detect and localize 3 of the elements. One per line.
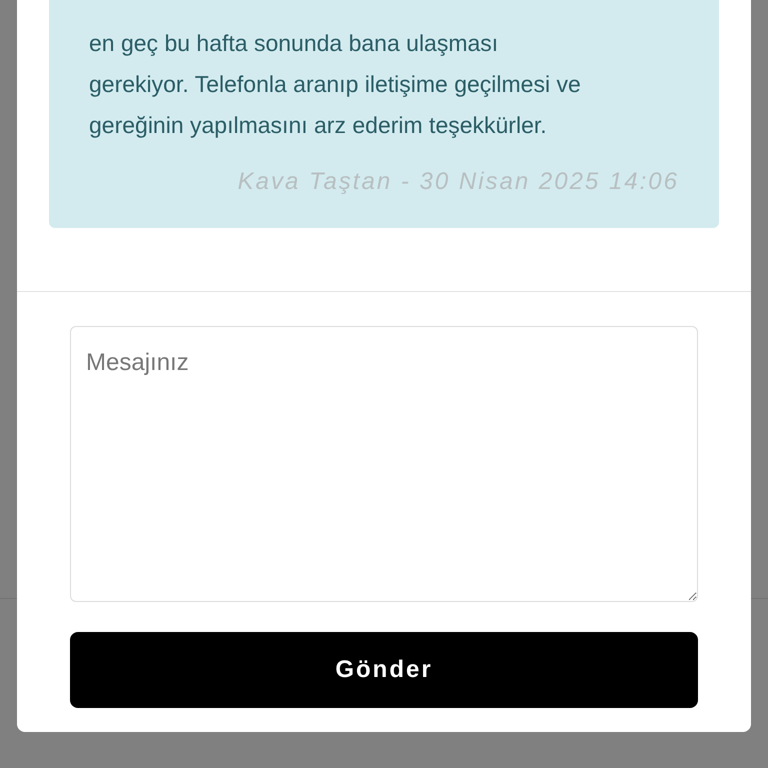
message-input-field[interactable]: Mesajınız [70,326,698,602]
message-text: en geç bu hafta sonunda bana ulaşması gerekiyor. Telefonla aranıp iletişime geçilmesi ve gereğinin yapılmasını arz ederim teşekkürler. [89,29,582,140]
send-button[interactable]: Gönder [70,632,698,708]
